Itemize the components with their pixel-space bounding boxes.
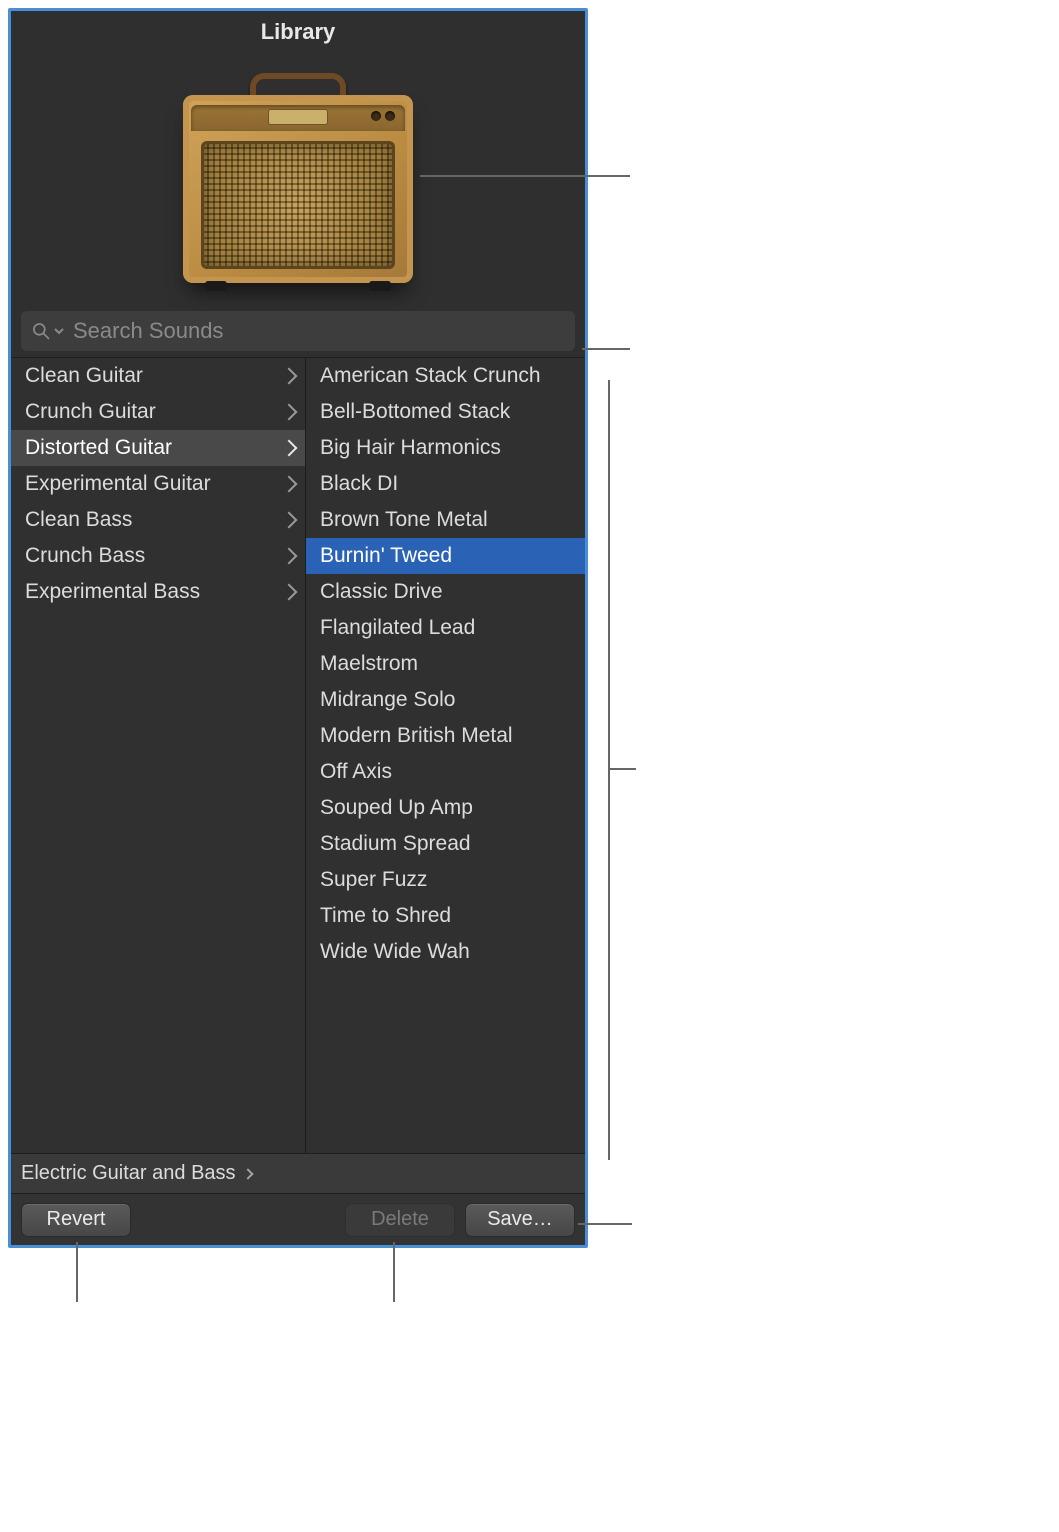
patch-label: Black DI — [320, 472, 575, 496]
patch-row[interactable]: American Stack Crunch — [306, 358, 585, 394]
patch-row[interactable]: Time to Shred — [306, 898, 585, 934]
library-title: Library — [261, 19, 336, 45]
category-label: Experimental Guitar — [25, 472, 277, 496]
category-label: Clean Bass — [25, 508, 277, 532]
patch-row[interactable]: Super Fuzz — [306, 862, 585, 898]
patch-label: Stadium Spread — [320, 832, 575, 856]
patch-row[interactable]: Burnin' Tweed — [306, 538, 585, 574]
patch-row[interactable]: Flangilated Lead — [306, 610, 585, 646]
category-row[interactable]: Experimental Guitar — [11, 466, 305, 502]
patch-row[interactable]: Souped Up Amp — [306, 790, 585, 826]
category-row[interactable]: Crunch Guitar — [11, 394, 305, 430]
save-button[interactable]: Save… — [465, 1203, 575, 1237]
patch-label: Burnin' Tweed — [320, 544, 575, 568]
patch-row[interactable]: Bell-Bottomed Stack — [306, 394, 585, 430]
patch-label: Super Fuzz — [320, 868, 575, 892]
library-header: Library — [11, 11, 585, 311]
callout-line — [420, 175, 630, 177]
callout-line — [582, 348, 630, 350]
library-panel: Library — [8, 8, 588, 1248]
patch-row[interactable]: Big Hair Harmonics — [306, 430, 585, 466]
breadcrumb[interactable]: Electric Guitar and Bass — [11, 1153, 585, 1193]
patch-label: Big Hair Harmonics — [320, 436, 575, 460]
patch-column[interactable]: American Stack Crunch Bell-Bottomed Stack… — [306, 358, 585, 1153]
callout-line — [578, 1223, 632, 1225]
patch-row[interactable]: Maelstrom — [306, 646, 585, 682]
callout-line — [76, 1242, 78, 1302]
patch-label: Bell-Bottomed Stack — [320, 400, 575, 424]
patch-label: American Stack Crunch — [320, 364, 575, 388]
chevron-right-icon — [242, 1168, 253, 1179]
category-row[interactable]: Crunch Bass — [11, 538, 305, 574]
patch-label: Time to Shred — [320, 904, 575, 928]
callout-line — [608, 768, 636, 770]
patch-row[interactable]: Stadium Spread — [306, 826, 585, 862]
category-row[interactable]: Clean Guitar — [11, 358, 305, 394]
category-label: Clean Guitar — [25, 364, 277, 388]
category-column[interactable]: Clean Guitar Crunch Guitar Distorted Guita… — [11, 358, 306, 1153]
delete-button: Delete — [345, 1203, 455, 1237]
patch-row[interactable]: Black DI — [306, 466, 585, 502]
patch-label: Maelstrom — [320, 652, 575, 676]
patch-label: Brown Tone Metal — [320, 508, 575, 532]
revert-button[interactable]: Revert — [21, 1203, 131, 1237]
category-row[interactable]: Clean Bass — [11, 502, 305, 538]
search-icon — [31, 321, 51, 341]
category-label: Experimental Bass — [25, 580, 277, 604]
patch-row[interactable]: Brown Tone Metal — [306, 502, 585, 538]
category-label: Crunch Guitar — [25, 400, 277, 424]
patch-label: Flangilated Lead — [320, 616, 575, 640]
patch-row[interactable]: Modern British Metal — [306, 718, 585, 754]
library-footer: Revert Delete Save… — [11, 1193, 585, 1245]
category-label: Crunch Bass — [25, 544, 277, 568]
category-label: Distorted Guitar — [25, 436, 277, 460]
search-input[interactable] — [73, 318, 565, 344]
category-row[interactable]: Experimental Bass — [11, 574, 305, 610]
patch-label: Wide Wide Wah — [320, 940, 575, 964]
patch-preview — [11, 45, 585, 311]
patch-row[interactable]: Midrange Solo — [306, 682, 585, 718]
amp-illustration — [183, 73, 413, 283]
patch-label: Classic Drive — [320, 580, 575, 604]
search-field[interactable] — [21, 311, 575, 351]
patch-row[interactable]: Wide Wide Wah — [306, 934, 585, 970]
chevron-down-icon[interactable] — [53, 325, 65, 337]
patch-row[interactable]: Classic Drive — [306, 574, 585, 610]
callout-line — [393, 1242, 395, 1302]
patch-label: Modern British Metal — [320, 724, 575, 748]
callout-line — [608, 380, 610, 1160]
patch-label: Midrange Solo — [320, 688, 575, 712]
patch-label: Off Axis — [320, 760, 575, 784]
patch-label: Souped Up Amp — [320, 796, 575, 820]
breadcrumb-item[interactable]: Electric Guitar and Bass — [21, 1162, 236, 1185]
library-browser: Clean Guitar Crunch Guitar Distorted Guita… — [11, 357, 585, 1153]
category-row[interactable]: Distorted Guitar — [11, 430, 305, 466]
patch-row[interactable]: Off Axis — [306, 754, 585, 790]
